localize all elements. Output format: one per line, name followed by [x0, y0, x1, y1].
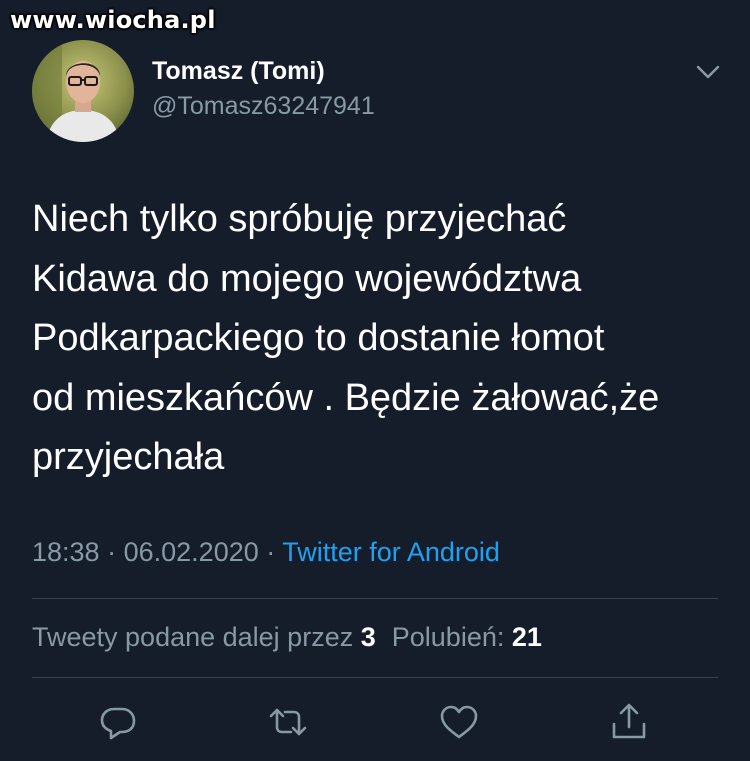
tweet-time: 18:38 — [32, 537, 100, 567]
chevron-down-icon[interactable] — [694, 62, 722, 82]
meta-separator: · — [266, 537, 276, 567]
tweet-text: Niech tylko spróbuję przyjechać Kidawa d… — [32, 198, 660, 478]
avatar[interactable] — [32, 40, 134, 142]
retweets-count: 3 — [360, 622, 376, 652]
avatar-photo — [32, 40, 134, 142]
divider — [32, 598, 718, 599]
retweets-stat[interactable]: Tweety podane dalej przez 3 — [32, 622, 376, 652]
heart-icon[interactable] — [437, 700, 481, 744]
tweet-source-link[interactable]: Twitter for Android — [282, 537, 500, 567]
tweet-meta: 18:38 · 06.02.2020 · Twitter for Android — [32, 537, 500, 568]
retweet-icon[interactable] — [266, 700, 310, 744]
tweet-stats: Tweety podane dalej przez 3 Polubień: 21 — [32, 622, 542, 653]
tweet-date: 06.02.2020 — [123, 537, 259, 567]
divider — [32, 677, 718, 678]
retweets-label: Tweety podane dalej przez — [32, 622, 354, 652]
likes-label: Polubień: — [391, 622, 505, 652]
reply-icon[interactable] — [96, 700, 140, 744]
author-name[interactable]: Tomasz (Tomi) — [152, 57, 325, 86]
tweet-detail-screen: www.wiocha.pl Tomasz (Tomi) @Tomasz63247… — [0, 0, 750, 761]
likes-count: 21 — [511, 622, 542, 652]
meta-separator: · — [107, 537, 117, 567]
likes-stat[interactable]: Polubień: 21 — [392, 622, 542, 652]
watermark: www.wiocha.pl — [10, 6, 216, 34]
share-icon[interactable] — [607, 700, 651, 744]
author-handle[interactable]: @Tomasz63247941 — [152, 92, 375, 121]
